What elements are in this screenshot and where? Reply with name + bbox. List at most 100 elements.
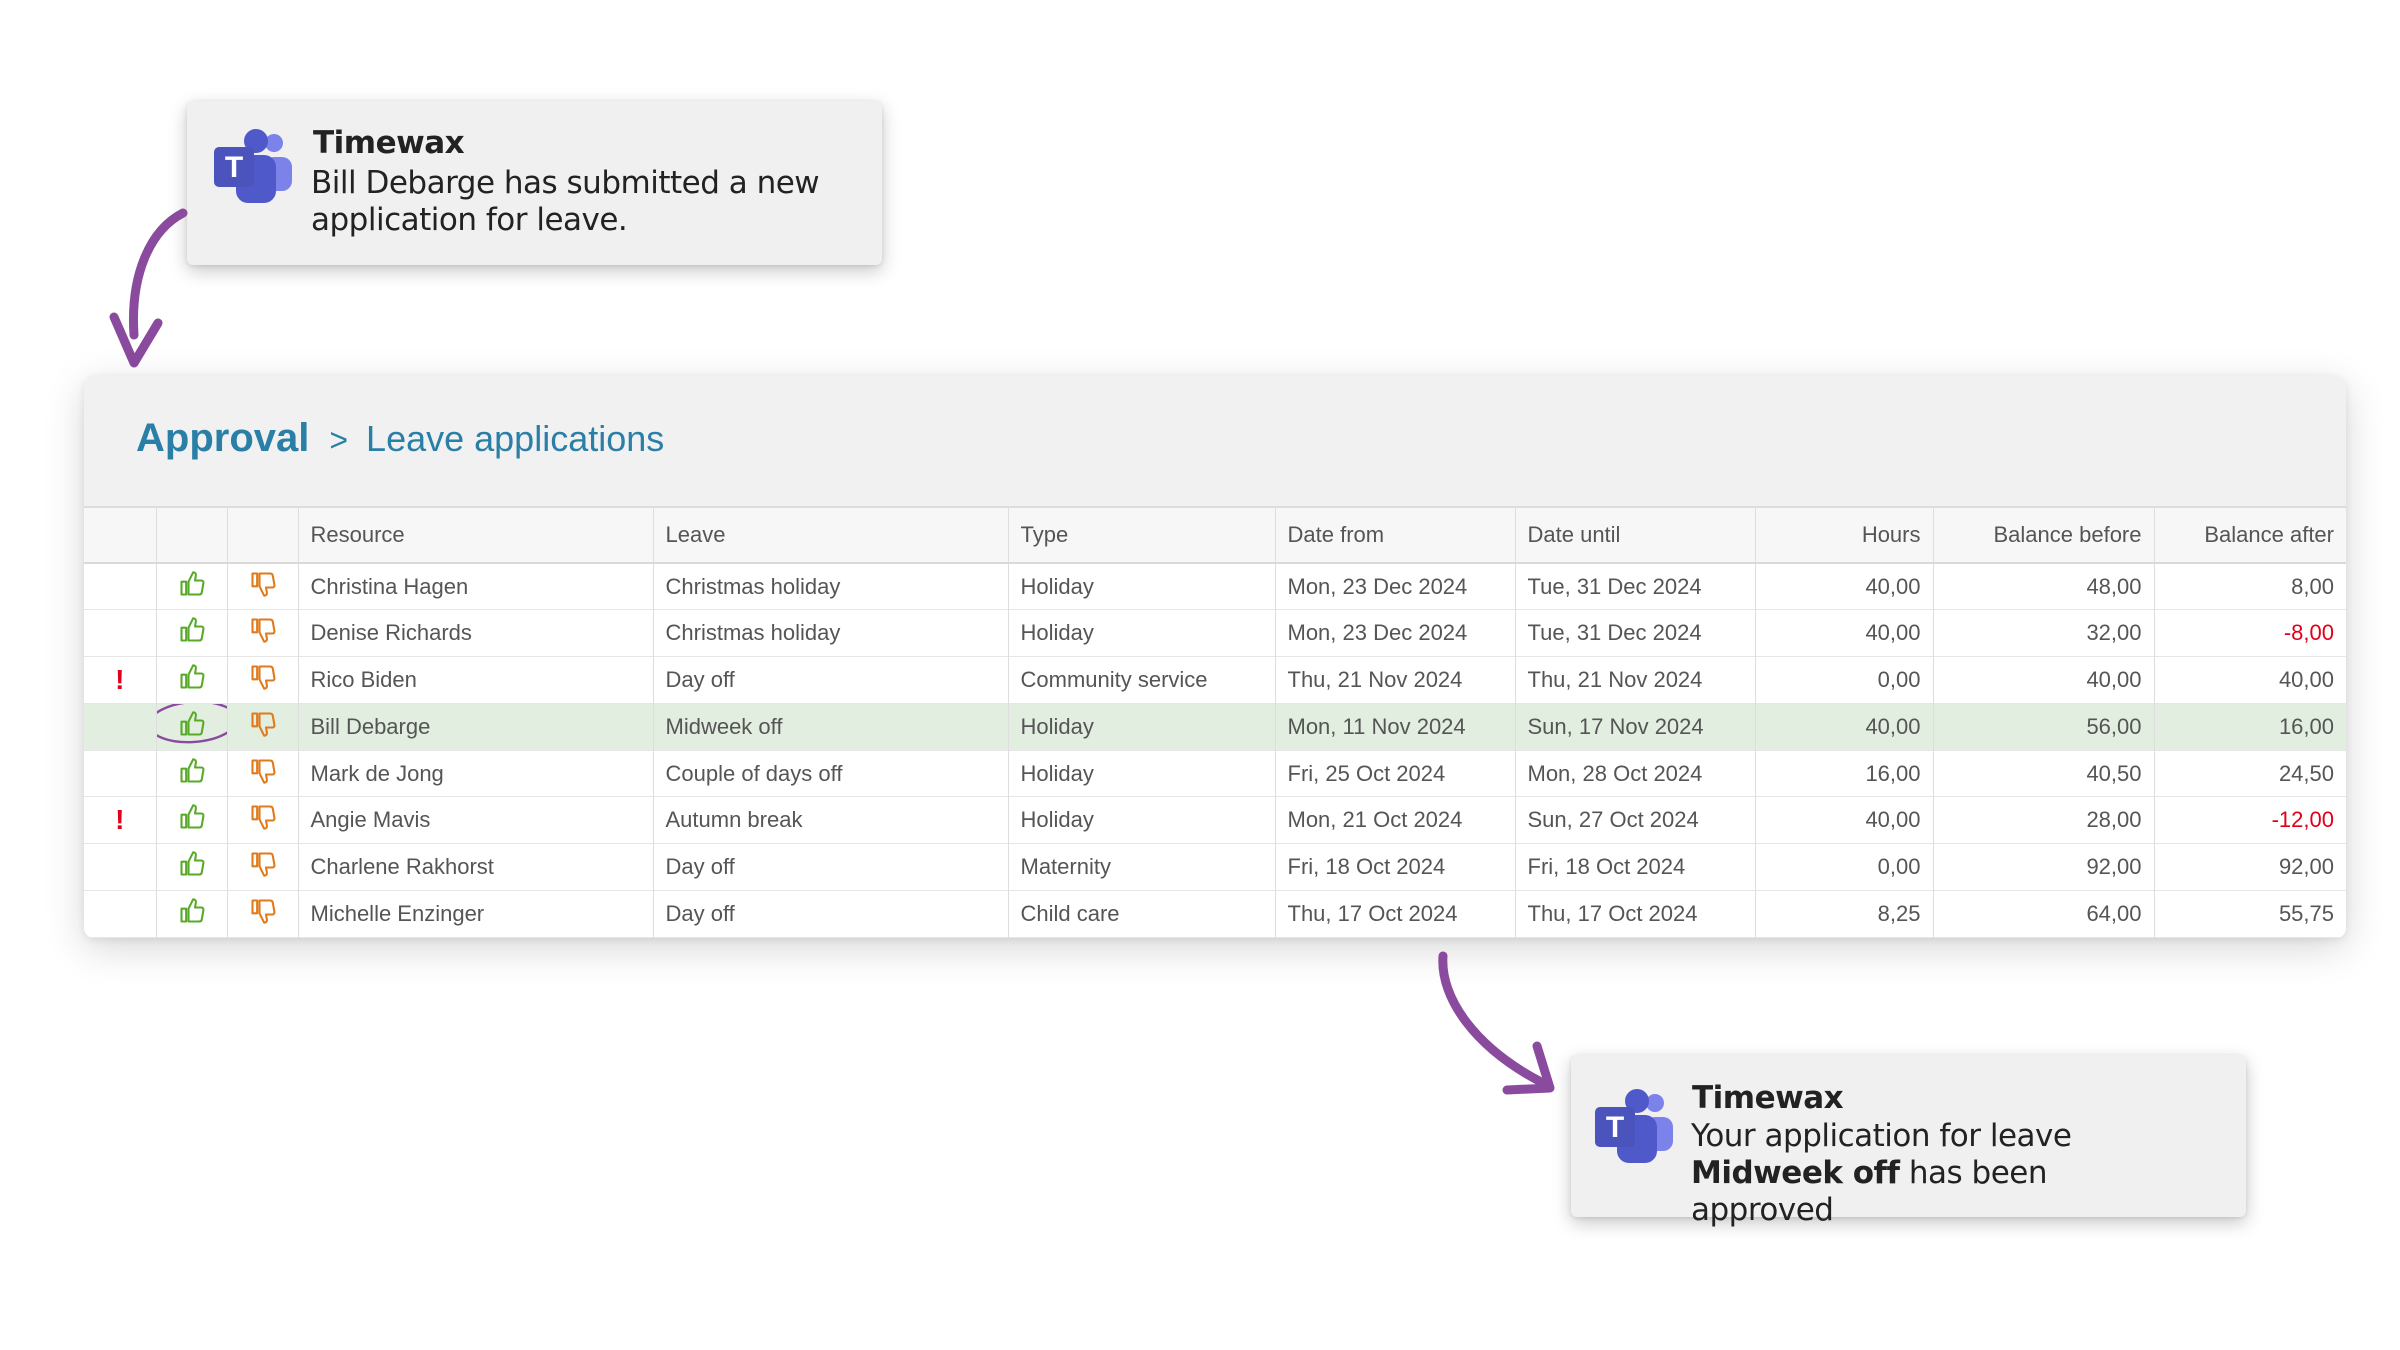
table-row[interactable]: Michelle Enzinger Day off Child care Thu, 1… xyxy=(84,890,2346,938)
alert-cell xyxy=(84,890,157,938)
cell-leave: Christmas holiday xyxy=(653,563,1009,610)
teams-icon: T xyxy=(214,129,292,203)
cell-date-until: Tue, 31 Dec 2024 xyxy=(1515,609,1756,657)
approve-cell xyxy=(156,890,228,938)
cell-type: Maternity xyxy=(1008,843,1276,891)
reject-cell xyxy=(227,609,299,657)
cell-resource: Mark de Jong xyxy=(298,750,654,797)
table-row[interactable]: Charlene Rakhorst Day off Maternity Fri, 18… xyxy=(84,843,2346,891)
cell-type: Holiday xyxy=(1008,796,1276,844)
cell-date-until: Thu, 21 Nov 2024 xyxy=(1515,656,1756,704)
thumbs-up-icon[interactable] xyxy=(178,570,206,604)
approve-cell xyxy=(156,750,228,797)
header-alert xyxy=(84,508,157,564)
alert-cell: ! xyxy=(84,656,157,704)
approve-cell xyxy=(156,703,228,751)
thumbs-down-icon[interactable] xyxy=(249,712,277,743)
cell-balance-after: 24,50 xyxy=(2278,760,2334,786)
cell-hours: 0,00 xyxy=(1755,656,1934,704)
reject-cell xyxy=(227,796,299,844)
cell-balance-before: 92,00 xyxy=(1933,843,2155,891)
cell-type: Community service xyxy=(1008,656,1276,704)
thumbs-down-icon[interactable] xyxy=(249,852,277,883)
notification-approved[interactable]: T Timewax Your application for leave Mid… xyxy=(1571,1055,2246,1228)
cell-date-until: Sun, 17 Nov 2024 xyxy=(1515,703,1756,751)
breadcrumb: Approval > Leave applications xyxy=(136,416,664,466)
alert-cell xyxy=(84,750,157,797)
notification-new-application[interactable]: T Timewax Bill Debarge has submitted a n… xyxy=(187,101,882,265)
cell-balance-after: 92,00 xyxy=(2278,854,2334,880)
cell-hours: 40,00 xyxy=(1755,796,1934,844)
cell-resource: Charlene Rakhorst xyxy=(298,843,654,891)
thumbs-up-icon[interactable] xyxy=(178,616,206,650)
cell-type: Holiday xyxy=(1008,609,1276,657)
approve-cell xyxy=(156,843,228,891)
header-date-from[interactable]: Date from xyxy=(1275,508,1516,564)
table-row[interactable]: Christina Hagen Christmas holiday Holiday M… xyxy=(84,563,2346,610)
header-balance-before[interactable]: Balance before xyxy=(1933,508,2155,564)
cell-balance-before: 32,00 xyxy=(1933,609,2155,657)
cell-balance-after: 8,00 xyxy=(2291,573,2334,599)
cell-date-from: Mon, 11 Nov 2024 xyxy=(1275,703,1516,751)
thumbs-up-icon[interactable] xyxy=(178,897,206,931)
table-row[interactable]: ! Rico Biden Day off Community service Thu, … xyxy=(84,656,2346,704)
approve-cell xyxy=(156,563,228,610)
cell-leave: Autumn break xyxy=(653,796,1009,844)
header-resource[interactable]: Resource xyxy=(298,508,654,564)
cell-date-from: Fri, 25 Oct 2024 xyxy=(1275,750,1516,797)
thumbs-down-icon[interactable] xyxy=(249,759,277,790)
approve-cell xyxy=(156,609,228,657)
approve-cell xyxy=(156,796,228,844)
thumbs-up-icon[interactable] xyxy=(178,757,206,791)
cell-balance-before: 48,00 xyxy=(1933,563,2155,610)
cell-balance-before: 64,00 xyxy=(1933,890,2155,938)
notification-message: Bill Debarge has submitted a new applica… xyxy=(311,165,820,238)
arrow-down-right-icon xyxy=(1438,951,1555,1095)
table-row[interactable]: Bill Debarge Midweek off Holiday Mon, 11 No… xyxy=(84,703,2346,751)
thumbs-up-icon[interactable] xyxy=(178,663,206,697)
header-balance-after[interactable]: Balance after xyxy=(2154,508,2346,564)
thumbs-down-icon[interactable] xyxy=(249,618,277,649)
table-row[interactable]: Mark de Jong Couple of days off Holiday Fri… xyxy=(84,750,2346,797)
cell-date-from: Thu, 17 Oct 2024 xyxy=(1275,890,1516,938)
cell-resource: Christina Hagen xyxy=(298,563,654,610)
exclamation-icon: ! xyxy=(115,804,125,836)
cell-resource: Angie Mavis xyxy=(298,796,654,844)
breadcrumb-separator: > xyxy=(329,422,349,458)
header-date-until[interactable]: Date until xyxy=(1515,508,1756,564)
reject-cell xyxy=(227,656,299,704)
cell-balance-before: 28,00 xyxy=(1933,796,2155,844)
cell-balance-after: 55,75 xyxy=(2278,900,2334,926)
header-type[interactable]: Type xyxy=(1008,508,1276,564)
cell-balance-after: 40,00 xyxy=(2278,666,2334,692)
thumbs-down-icon[interactable] xyxy=(249,805,277,836)
thumbs-up-icon[interactable] xyxy=(178,803,206,837)
thumbs-down-icon[interactable] xyxy=(249,899,277,930)
cell-leave: Day off xyxy=(653,843,1009,891)
cell-date-from: Fri, 18 Oct 2024 xyxy=(1275,843,1516,891)
table-row[interactable]: ! Angie Mavis Autumn break Holiday Mon, 21 O… xyxy=(84,796,2346,844)
table-row[interactable]: Denise Richards Christmas holiday Holiday M… xyxy=(84,609,2346,657)
svg-text:T: T xyxy=(225,151,243,184)
header-approve xyxy=(156,508,228,564)
thumbs-down-icon[interactable] xyxy=(249,665,277,696)
alert-cell xyxy=(84,609,157,657)
cell-type: Holiday xyxy=(1008,703,1276,751)
alert-cell xyxy=(84,703,157,751)
table-header-row: Resource Leave Type Date from Date until… xyxy=(84,508,2346,564)
thumbs-up-icon[interactable] xyxy=(178,850,206,884)
header-hours[interactable]: Hours xyxy=(1755,508,1934,564)
cell-leave: Christmas holiday xyxy=(653,609,1009,657)
alert-cell: ! xyxy=(84,796,157,844)
thumbs-up-icon[interactable] xyxy=(156,703,226,744)
cell-hours: 40,00 xyxy=(1755,563,1934,610)
thumbs-down-icon[interactable] xyxy=(249,572,277,603)
cell-date-from: Mon, 21 Oct 2024 xyxy=(1275,796,1516,844)
breadcrumb-approval[interactable]: Approval xyxy=(136,416,309,461)
header-reject xyxy=(227,508,299,564)
header-leave[interactable]: Leave xyxy=(653,508,1009,564)
cell-hours: 8,25 xyxy=(1755,890,1934,938)
approve-cell xyxy=(156,656,228,704)
cell-balance-after: -12,00 xyxy=(2271,807,2334,833)
message-prefix: Your application for leave xyxy=(1691,1118,2072,1154)
